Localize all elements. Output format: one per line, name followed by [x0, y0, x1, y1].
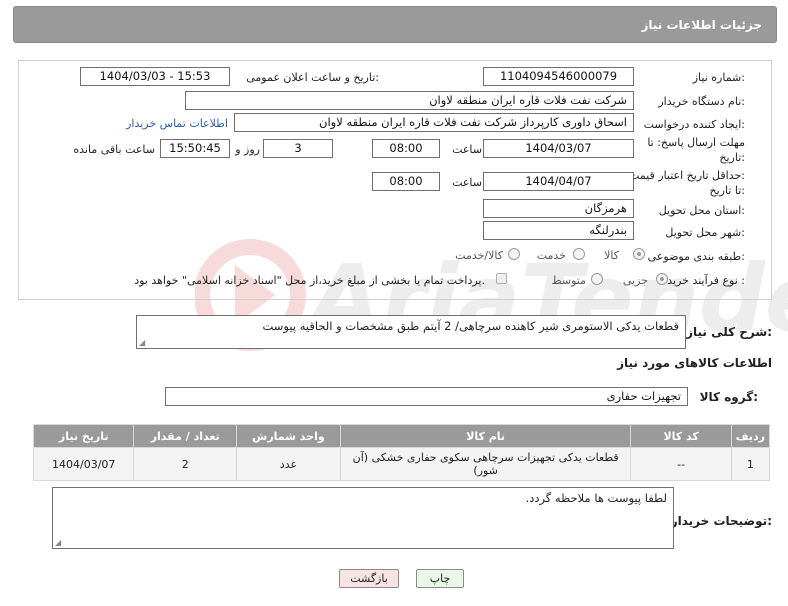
price-validity-label-2: تا تاریخ: [709, 184, 745, 197]
goods-group-label: گروه کالا: [699, 390, 758, 404]
table-row[interactable]: 1 -- قطعات یدکی تجهیزات سرچاهی سکوی حفار… [32, 447, 771, 481]
cell-code: -- [630, 447, 732, 481]
buyer-org-field[interactable]: شرکت نفت فلات قاره ایران منطقه لاوان [185, 91, 634, 110]
process-option-minor: جزیی [622, 274, 648, 287]
col-header-qty: تعداد / مقدار [133, 424, 237, 448]
days-label: روز و [235, 143, 260, 156]
city-field[interactable]: بندرلنگه [483, 221, 634, 240]
requester-field[interactable]: اسحاق داوری کارپرداز شرکت نفت فلات قاره … [234, 113, 634, 132]
description-label: شرح کلی نیاز: [686, 325, 772, 339]
category-radio-service[interactable] [573, 248, 585, 260]
col-header-row: ردیف [730, 424, 771, 448]
reply-deadline-label-2: تاریخ: [719, 151, 745, 164]
category-label: طبقه بندی موضوعی: [647, 250, 745, 263]
resize-grip-icon[interactable]: ◢ [139, 338, 145, 347]
province-label: استان محل تحویل: [658, 204, 745, 217]
back-button[interactable]: بازگشت [339, 569, 399, 588]
requester-label: ایجاد کننده درخواست: [643, 118, 745, 131]
description-text: قطعات یدکی الاستومری شیر کاهنده سرچاهی/ … [262, 319, 680, 333]
col-header-code: کد کالا [630, 424, 732, 448]
reply-date-field[interactable]: 1404/03/07 [483, 139, 634, 158]
cell-unit: عدد [236, 447, 341, 481]
process-option-medium: متوسط [551, 274, 586, 287]
need-number-field[interactable]: 1104094546000079 [483, 67, 634, 86]
col-header-unit: واحد شمارش [236, 424, 341, 448]
description-textarea[interactable]: قطعات یدکی الاستومری شیر کاهنده سرچاهی/ … [136, 315, 686, 349]
page-title: جزئیات اطلاعات نیاز [641, 18, 762, 32]
price-validity-label: حداقل تاریخ اعتبار قیمت: [629, 169, 745, 182]
cell-row: 1 [730, 447, 771, 481]
page-title-bar: جزئیات اطلاعات نیاز [13, 6, 777, 43]
buyer-org-label: نام دستگاه خریدار: [658, 95, 745, 108]
cell-date: 1404/03/07 [32, 447, 135, 481]
buyer-contact-link[interactable]: اطلاعات تماس خریدار [126, 117, 228, 130]
price-time-label: ساعت [452, 176, 482, 189]
process-label: نوع فرآیند خرید : [667, 274, 745, 287]
city-label: شهر محل تحویل: [665, 226, 745, 239]
process-radio-minor[interactable] [656, 273, 668, 285]
category-radio-goods-service[interactable] [508, 248, 520, 260]
buyer-notes-label: توضیحات خریدار: [670, 514, 772, 528]
process-radio-medium[interactable] [591, 273, 603, 285]
cell-qty: 2 [133, 447, 237, 481]
announce-date-field[interactable]: 1404/03/03 - 15:53 [80, 67, 230, 86]
category-option-service: خدمت [536, 249, 566, 262]
days-field[interactable]: 3 [263, 139, 333, 158]
treasury-payment-note: پرداخت تمام یا بخشی از مبلغ خرید،از محل … [134, 274, 485, 287]
category-radio-goods[interactable] [633, 248, 645, 260]
reply-deadline-label: مهلت ارسال پاسخ: تا [647, 136, 745, 149]
table-header-row: ردیف کد کالا نام کالا واحد شمارش تعداد /… [32, 424, 771, 448]
remaining-time-field[interactable]: 15:50:45 [160, 139, 230, 158]
announce-date-label: تاریخ و ساعت اعلان عمومی: [246, 71, 379, 84]
category-option-goods-service: کالا/خدمت [455, 249, 503, 262]
remaining-time-label: ساعت باقی مانده [73, 143, 155, 156]
resize-grip-icon[interactable]: ◢ [55, 538, 61, 547]
col-header-name: نام کالا [339, 424, 632, 448]
price-time-field[interactable]: 08:00 [372, 172, 440, 191]
print-button[interactable]: چاپ [416, 569, 464, 588]
buyer-notes-text: لطفا پیوست ها ملاحظه گردد. [525, 491, 667, 505]
province-field[interactable]: هرمزگان [483, 199, 634, 218]
reply-time-label: ساعت [452, 143, 482, 156]
category-option-goods: کالا [604, 249, 619, 262]
goods-table: ردیف کد کالا نام کالا واحد شمارش تعداد /… [32, 424, 771, 481]
goods-section-title: اطلاعات کالاهای مورد نیاز [617, 356, 772, 370]
cell-name: قطعات یدکی تجهیزات سرچاهی سکوی حفاری خشک… [339, 447, 632, 481]
need-number-label: شماره نیاز: [692, 71, 745, 84]
col-header-date: تاریخ نیاز [32, 424, 135, 448]
treasury-payment-checkbox[interactable] [496, 273, 507, 284]
buyer-notes-textarea[interactable]: لطفا پیوست ها ملاحظه گردد. ◢ [52, 487, 674, 549]
price-date-field[interactable]: 1404/04/07 [483, 172, 634, 191]
reply-time-field[interactable]: 08:00 [372, 139, 440, 158]
goods-group-field[interactable]: تجهیزات حفاری [165, 387, 688, 406]
